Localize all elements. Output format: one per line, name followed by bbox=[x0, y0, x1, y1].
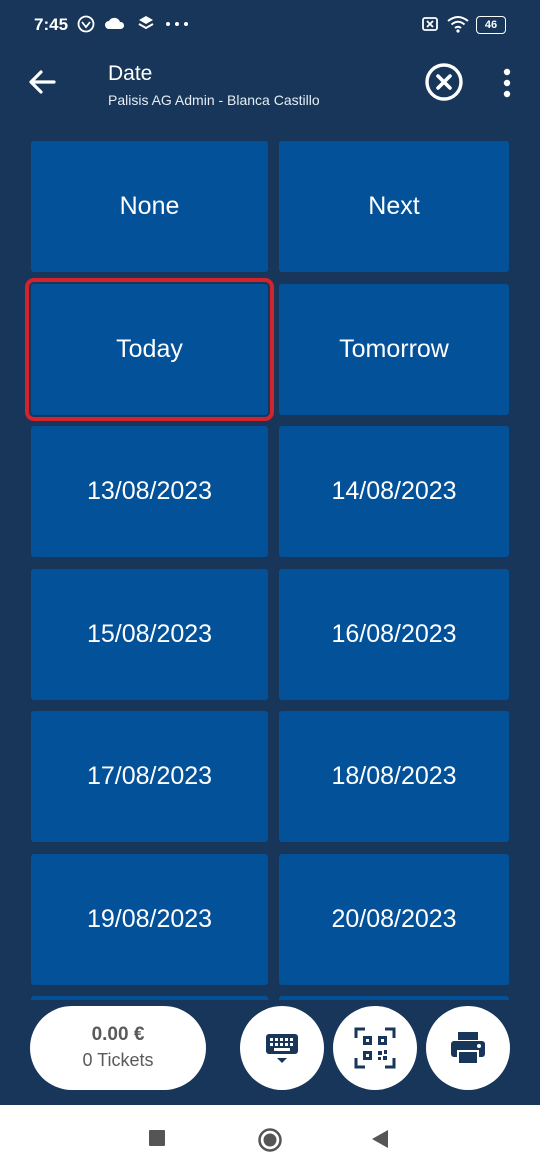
date-tile[interactable]: 19/08/2023 bbox=[31, 854, 268, 985]
back-arrow-icon[interactable] bbox=[24, 64, 60, 100]
recents-icon[interactable] bbox=[148, 1129, 166, 1147]
date-tile[interactable]: 16/08/2023 bbox=[279, 569, 509, 700]
date-tile[interactable]: 14/08/2023 bbox=[279, 426, 509, 557]
battery-icon: 46 bbox=[476, 16, 506, 34]
print-button[interactable] bbox=[426, 1006, 510, 1090]
date-tile[interactable]: 17/08/2023 bbox=[31, 711, 268, 842]
no-sim-icon bbox=[422, 17, 438, 31]
keyboard-icon bbox=[266, 1034, 298, 1063]
cloud-icon bbox=[105, 17, 125, 29]
date-tile[interactable]: 20/08/2023 bbox=[279, 854, 509, 985]
cart-tickets: 0 Tickets bbox=[82, 1050, 154, 1070]
cart-amount: 0.00 € bbox=[91, 1024, 145, 1045]
page-title: Date bbox=[108, 62, 153, 85]
status-bar: 7:45 46 bbox=[0, 0, 540, 50]
close-circle-icon[interactable] bbox=[424, 62, 464, 102]
date-tile[interactable]: 13/08/2023 bbox=[31, 426, 268, 557]
app-bar: Date Palisis AG Admin - Blanca Castillo bbox=[0, 50, 540, 130]
date-tile-next[interactable]: Next bbox=[279, 141, 509, 272]
bottom-action-bar: 0.00 € 0 Tickets bbox=[0, 1000, 540, 1105]
date-tile-tomorrow[interactable]: Tomorrow bbox=[279, 284, 509, 415]
wifi-icon bbox=[447, 16, 469, 33]
battery-level: 46 bbox=[484, 19, 498, 31]
status-time: 7:45 bbox=[34, 15, 69, 34]
keyboard-button[interactable] bbox=[240, 1006, 324, 1090]
date-tile-none[interactable]: None bbox=[31, 141, 268, 272]
cart-summary-button[interactable]: 0.00 € 0 Tickets bbox=[30, 1006, 206, 1090]
date-tile[interactable]: 18/08/2023 bbox=[279, 711, 509, 842]
home-icon[interactable] bbox=[257, 1127, 283, 1153]
more-options-icon[interactable] bbox=[494, 66, 520, 100]
printer-icon bbox=[451, 1032, 485, 1065]
layers-icon bbox=[138, 16, 154, 30]
qr-code-icon bbox=[354, 1027, 396, 1069]
date-tile-today[interactable]: Today bbox=[25, 278, 274, 421]
nav-back-icon[interactable] bbox=[370, 1128, 390, 1150]
date-grid: None Next Today Tomorrow 13/08/2023 14/0… bbox=[0, 130, 540, 1000]
vpn-icon bbox=[77, 15, 95, 33]
system-nav-bar bbox=[0, 1105, 540, 1170]
qr-scan-button[interactable] bbox=[333, 1006, 417, 1090]
date-tile[interactable]: 15/08/2023 bbox=[31, 569, 268, 700]
page-subtitle: Palisis AG Admin - Blanca Castillo bbox=[108, 92, 320, 108]
more-dots-icon bbox=[166, 22, 188, 26]
